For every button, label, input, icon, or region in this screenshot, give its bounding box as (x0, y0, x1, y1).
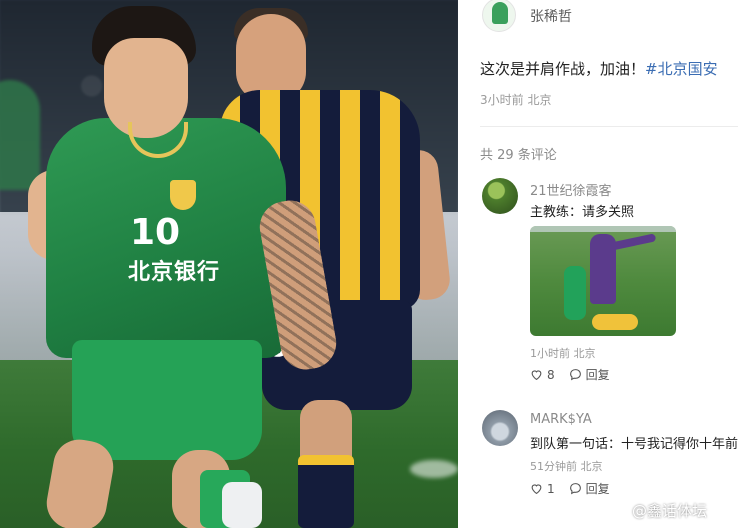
comment-actions: 1 回复 (530, 480, 610, 497)
comment-location: 北京 (573, 347, 596, 360)
post-photo[interactable]: 8 10 北京银行 (0, 0, 458, 528)
photo-background-player (0, 80, 40, 190)
weibo-icon (608, 503, 628, 519)
comment-image-player (564, 266, 586, 320)
post-location: 北京 (527, 93, 552, 107)
comment-image[interactable] (530, 226, 676, 336)
comment-image-referee-arm (609, 233, 657, 251)
comment-text: 到队第一句话：十号我记得你十年前 (530, 437, 738, 452)
comment-author-name[interactable]: MARK$YA (530, 412, 592, 427)
watermark-text: @鑫话体坛 (632, 502, 708, 520)
post-detail-panel: 张稀哲 这次是并肩作战，加油！#北京国安 3小时前 北京 共 29 条评论 21… (458, 0, 738, 528)
like-button[interactable]: 8 (530, 366, 555, 383)
post-text: 这次是并肩作战，加油！#北京国安 (480, 58, 718, 79)
comment-text: 主教练：请多关照 (530, 205, 635, 220)
reply-icon (569, 482, 582, 495)
player1-sponsor: 北京银行 (128, 260, 221, 285)
heart-icon (530, 368, 543, 381)
comment-meta: 51分钟前 北京 (530, 458, 603, 474)
player2-sock (298, 455, 354, 528)
reply-icon (569, 368, 582, 381)
heart-icon (530, 482, 543, 495)
player1-shirt-number: 10 (130, 212, 181, 253)
comment-meta: 1小时前 北京 (530, 345, 596, 361)
photo-pitch-marking (410, 460, 458, 478)
divider (480, 126, 738, 127)
comment-actions: 8 回复 (530, 366, 610, 383)
reply-label: 回复 (585, 368, 610, 382)
reply-button[interactable]: 回复 (569, 366, 610, 383)
post-time: 3小时前 (480, 93, 524, 107)
player2-head (236, 14, 306, 102)
comment-author-name[interactable]: 21世纪徐霞客 (530, 180, 612, 199)
author-name[interactable]: 张稀哲 (530, 6, 572, 26)
author-avatar[interactable] (482, 0, 516, 32)
comment-location: 北京 (580, 460, 603, 473)
reply-label: 回复 (585, 482, 610, 496)
comment-avatar[interactable] (482, 410, 518, 446)
club-crest-icon (170, 180, 196, 210)
comment-image-fallen-player (592, 314, 638, 330)
like-count: 1 (547, 481, 555, 496)
comments-count: 共 29 条评论 (480, 148, 557, 163)
comment-image-referee (590, 234, 616, 304)
comment-time: 1小时前 (530, 347, 570, 360)
like-count: 8 (547, 367, 555, 382)
like-button[interactable]: 1 (530, 480, 555, 497)
post-text-main: 这次是并肩作战，加油！ (480, 60, 646, 78)
comment-time: 51分钟前 (530, 460, 577, 473)
player1-boot (222, 482, 262, 528)
post-meta: 3小时前 北京 (480, 91, 551, 108)
post-hashtag-link[interactable]: #北京国安 (645, 60, 718, 78)
player1-shorts (72, 340, 262, 460)
reply-button[interactable]: 回复 (569, 480, 610, 497)
watermark: @鑫话体坛 (608, 500, 707, 521)
comment-image-board (530, 226, 676, 232)
comment-avatar[interactable] (482, 178, 518, 214)
